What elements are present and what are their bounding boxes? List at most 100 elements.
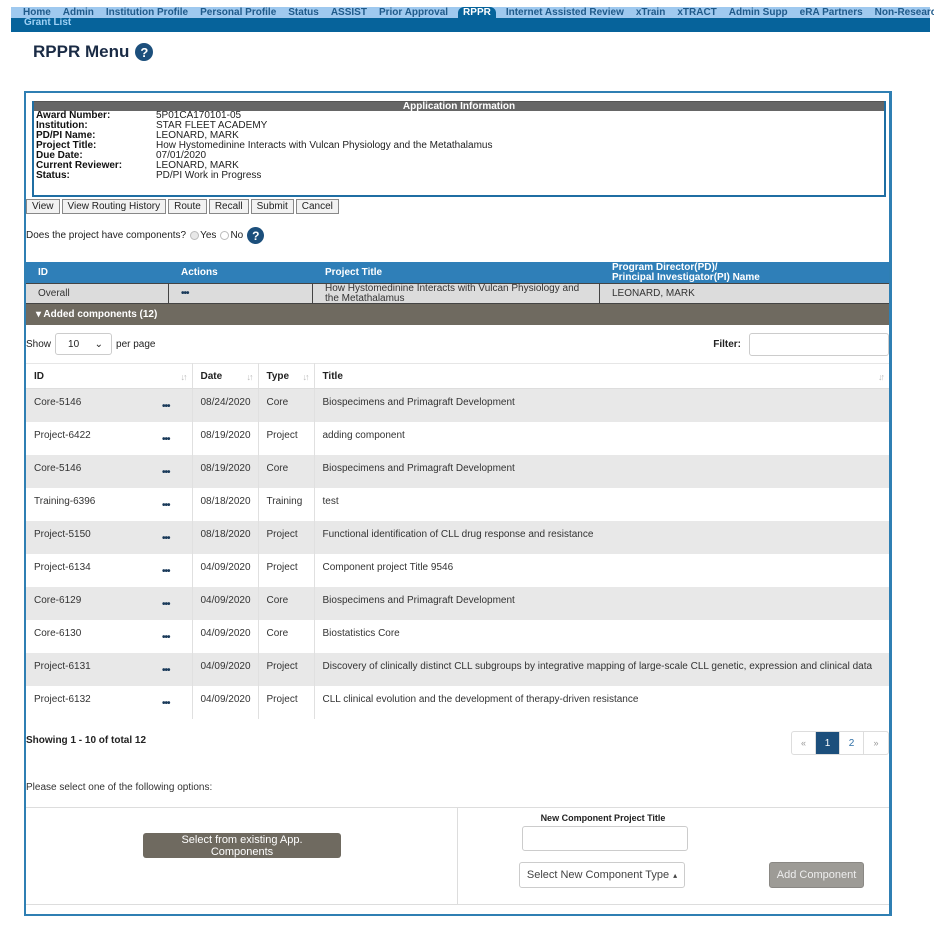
row-actions-menu-icon[interactable]: ••• [162, 500, 170, 511]
row-id-cell: Project-5150 ••• [26, 520, 193, 554]
sub-nav: Grant List [11, 18, 930, 32]
row-id: Project-6422 [34, 429, 91, 441]
view-routing-history-button[interactable]: View Routing History [61, 199, 167, 214]
help-icon[interactable]: ? [135, 43, 154, 61]
components-help-icon[interactable]: ? [247, 227, 265, 244]
header-id: ID [38, 266, 48, 278]
submit-button[interactable]: Submit [250, 199, 294, 214]
rppr-frame: Application Information Award Number: 5P… [24, 91, 892, 916]
cancel-button[interactable]: Cancel [295, 199, 339, 214]
row-actions-menu-icon[interactable]: ••• [162, 401, 170, 412]
new-title-input[interactable] [522, 826, 688, 851]
table-row: Project-6131 ••• 04/09/2020 Project Discover… [26, 652, 889, 686]
filter-input[interactable] [749, 333, 889, 356]
nav-tab-assist[interactable]: ASSIST [325, 7, 373, 18]
status-label: Status: [36, 170, 70, 181]
nav-tab-non-research[interactable]: Non-Research [869, 7, 934, 18]
row-id: Project-5150 [34, 528, 91, 540]
overall-project-title: How Hystomedinine Interacts with Vulcan … [313, 283, 600, 304]
row-title: Functional identification of CLL drug re… [314, 520, 889, 554]
table-row: Core-5146 ••• 08/19/2020 Core Biospecimens a… [26, 454, 889, 488]
row-title: adding component [314, 421, 889, 455]
row-date: 04/09/2020 [192, 619, 259, 653]
nav-tab-personal-profile[interactable]: Personal Profile [194, 7, 282, 18]
header-actions: Actions [181, 266, 218, 278]
row-date: 08/18/2020 [192, 487, 259, 521]
row-actions-menu-icon[interactable]: ••• [162, 632, 170, 643]
row-actions-menu-icon[interactable]: ••• [162, 599, 170, 610]
header-pi-line: Principal Investigator(PI) Name [612, 271, 760, 283]
prev-page-button[interactable]: « [792, 732, 816, 754]
added-components-toggle[interactable]: ▾ Added components (12) [26, 304, 889, 325]
overall-title-line2: the Metathalamus [325, 292, 405, 304]
row-id: Project-6131 [34, 660, 91, 672]
col-title[interactable]: Title ↓↑ [314, 363, 889, 389]
table-row: Project-6132 ••• 04/09/2020 Project CLL clin… [26, 685, 889, 719]
row-actions-menu-icon[interactable]: ••• [162, 566, 170, 577]
table-row: Project-6134 ••• 04/09/2020 Project Componen… [26, 553, 889, 587]
nav-tab-era-partners[interactable]: eRA Partners [794, 7, 869, 18]
table-row: Core-5146 ••• 08/24/2020 Core Biospecimens a… [26, 388, 889, 422]
row-id: Training-6396 [34, 495, 96, 507]
recall-button[interactable]: Recall [208, 199, 249, 214]
nav-tab-institution-profile[interactable]: Institution Profile [100, 7, 194, 18]
nav-tab-rppr[interactable]: RPPR [458, 7, 496, 18]
col-type[interactable]: Type ↓↑ [258, 363, 315, 389]
page-2-button[interactable]: 2 [840, 732, 864, 754]
row-id-cell: Core-5146 ••• [26, 454, 193, 488]
subnav-grant-list[interactable]: Grant List [24, 17, 71, 28]
nav-tab-admin-supp[interactable]: Admin Supp [723, 7, 794, 18]
select-existing-components-button[interactable]: Select from existing App. Components [143, 833, 341, 858]
page-title-text: RPPR Menu [33, 42, 130, 61]
overall-actions-menu-icon[interactable]: ••• [169, 284, 313, 303]
col-type-label: Type [266, 370, 290, 382]
header-project-title: Project Title [325, 266, 383, 278]
next-page-button[interactable]: » [864, 732, 888, 754]
row-date: 08/19/2020 [192, 454, 259, 488]
page-title: RPPR Menu ? [33, 42, 154, 62]
view-button[interactable]: View [26, 199, 60, 214]
row-actions-menu-icon[interactable]: ••• [162, 665, 170, 676]
project-title-value: How Hystomedinine Interacts with Vulcan … [156, 140, 493, 151]
row-id-cell: Training-6396 ••• [26, 487, 193, 521]
add-component-button[interactable]: Add Component [769, 862, 864, 888]
per-page-value: 10 [68, 338, 80, 350]
row-type: Core [258, 454, 315, 488]
yes-radio[interactable] [190, 231, 200, 240]
row-actions-menu-icon[interactable]: ••• [162, 467, 170, 478]
row-actions-menu-icon[interactable]: ••• [162, 698, 170, 709]
overall-pi-name: LEONARD, MARK [612, 287, 695, 299]
row-actions-menu-icon[interactable]: ••• [162, 533, 170, 544]
per-page-select[interactable]: 10 ⌄ [55, 333, 113, 355]
nav-tab-status[interactable]: Status [282, 7, 325, 18]
nav-tab-prior-approval[interactable]: Prior Approval [373, 7, 454, 18]
overall-table-header: ID Actions Project Title Program Directo… [26, 262, 889, 283]
row-date: 04/09/2020 [192, 685, 259, 719]
row-type: Project [258, 685, 315, 719]
nav-tab-xtract[interactable]: xTRACT [671, 7, 722, 18]
row-title: Component project Title 9546 [314, 553, 889, 587]
row-actions-menu-icon[interactable]: ••• [162, 434, 170, 445]
components-table-header: ID ↓↑ Date ↓↑ Type ↓↑ Title ↓↑ [26, 363, 889, 389]
row-id: Project-6134 [34, 561, 91, 573]
component-type-dropdown[interactable]: Select New Component Type ▴ [519, 862, 685, 888]
nav-tab-internet-assisted-review[interactable]: Internet Assisted Review [500, 7, 630, 18]
col-date[interactable]: Date ↓↑ [192, 363, 259, 389]
nav-tab-xtrain[interactable]: xTrain [630, 7, 671, 18]
col-id[interactable]: ID ↓↑ [26, 363, 193, 389]
status-row: Status: PD/PI Work in Progress [36, 171, 882, 181]
table-row: Project-6422 ••• 08/19/2020 Project adding c… [26, 421, 889, 455]
table-row: Core-6129 ••• 04/09/2020 Core Biospecimens a… [26, 586, 889, 620]
route-button[interactable]: Route [168, 199, 207, 214]
filter-control: Filter: [713, 333, 889, 356]
options-left: Select from existing App. Components [26, 808, 458, 904]
table-row: Project-5150 ••• 08/18/2020 Project Function… [26, 520, 889, 554]
row-type: Core [258, 388, 315, 422]
no-radio[interactable] [220, 231, 230, 240]
col-id-label: ID [34, 370, 44, 382]
page-1-button[interactable]: 1 [816, 732, 840, 754]
row-title: Biostatistics Core [314, 619, 889, 653]
row-title: test [314, 487, 889, 521]
row-id-cell: Project-6422 ••• [26, 421, 193, 455]
row-type: Core [258, 619, 315, 653]
